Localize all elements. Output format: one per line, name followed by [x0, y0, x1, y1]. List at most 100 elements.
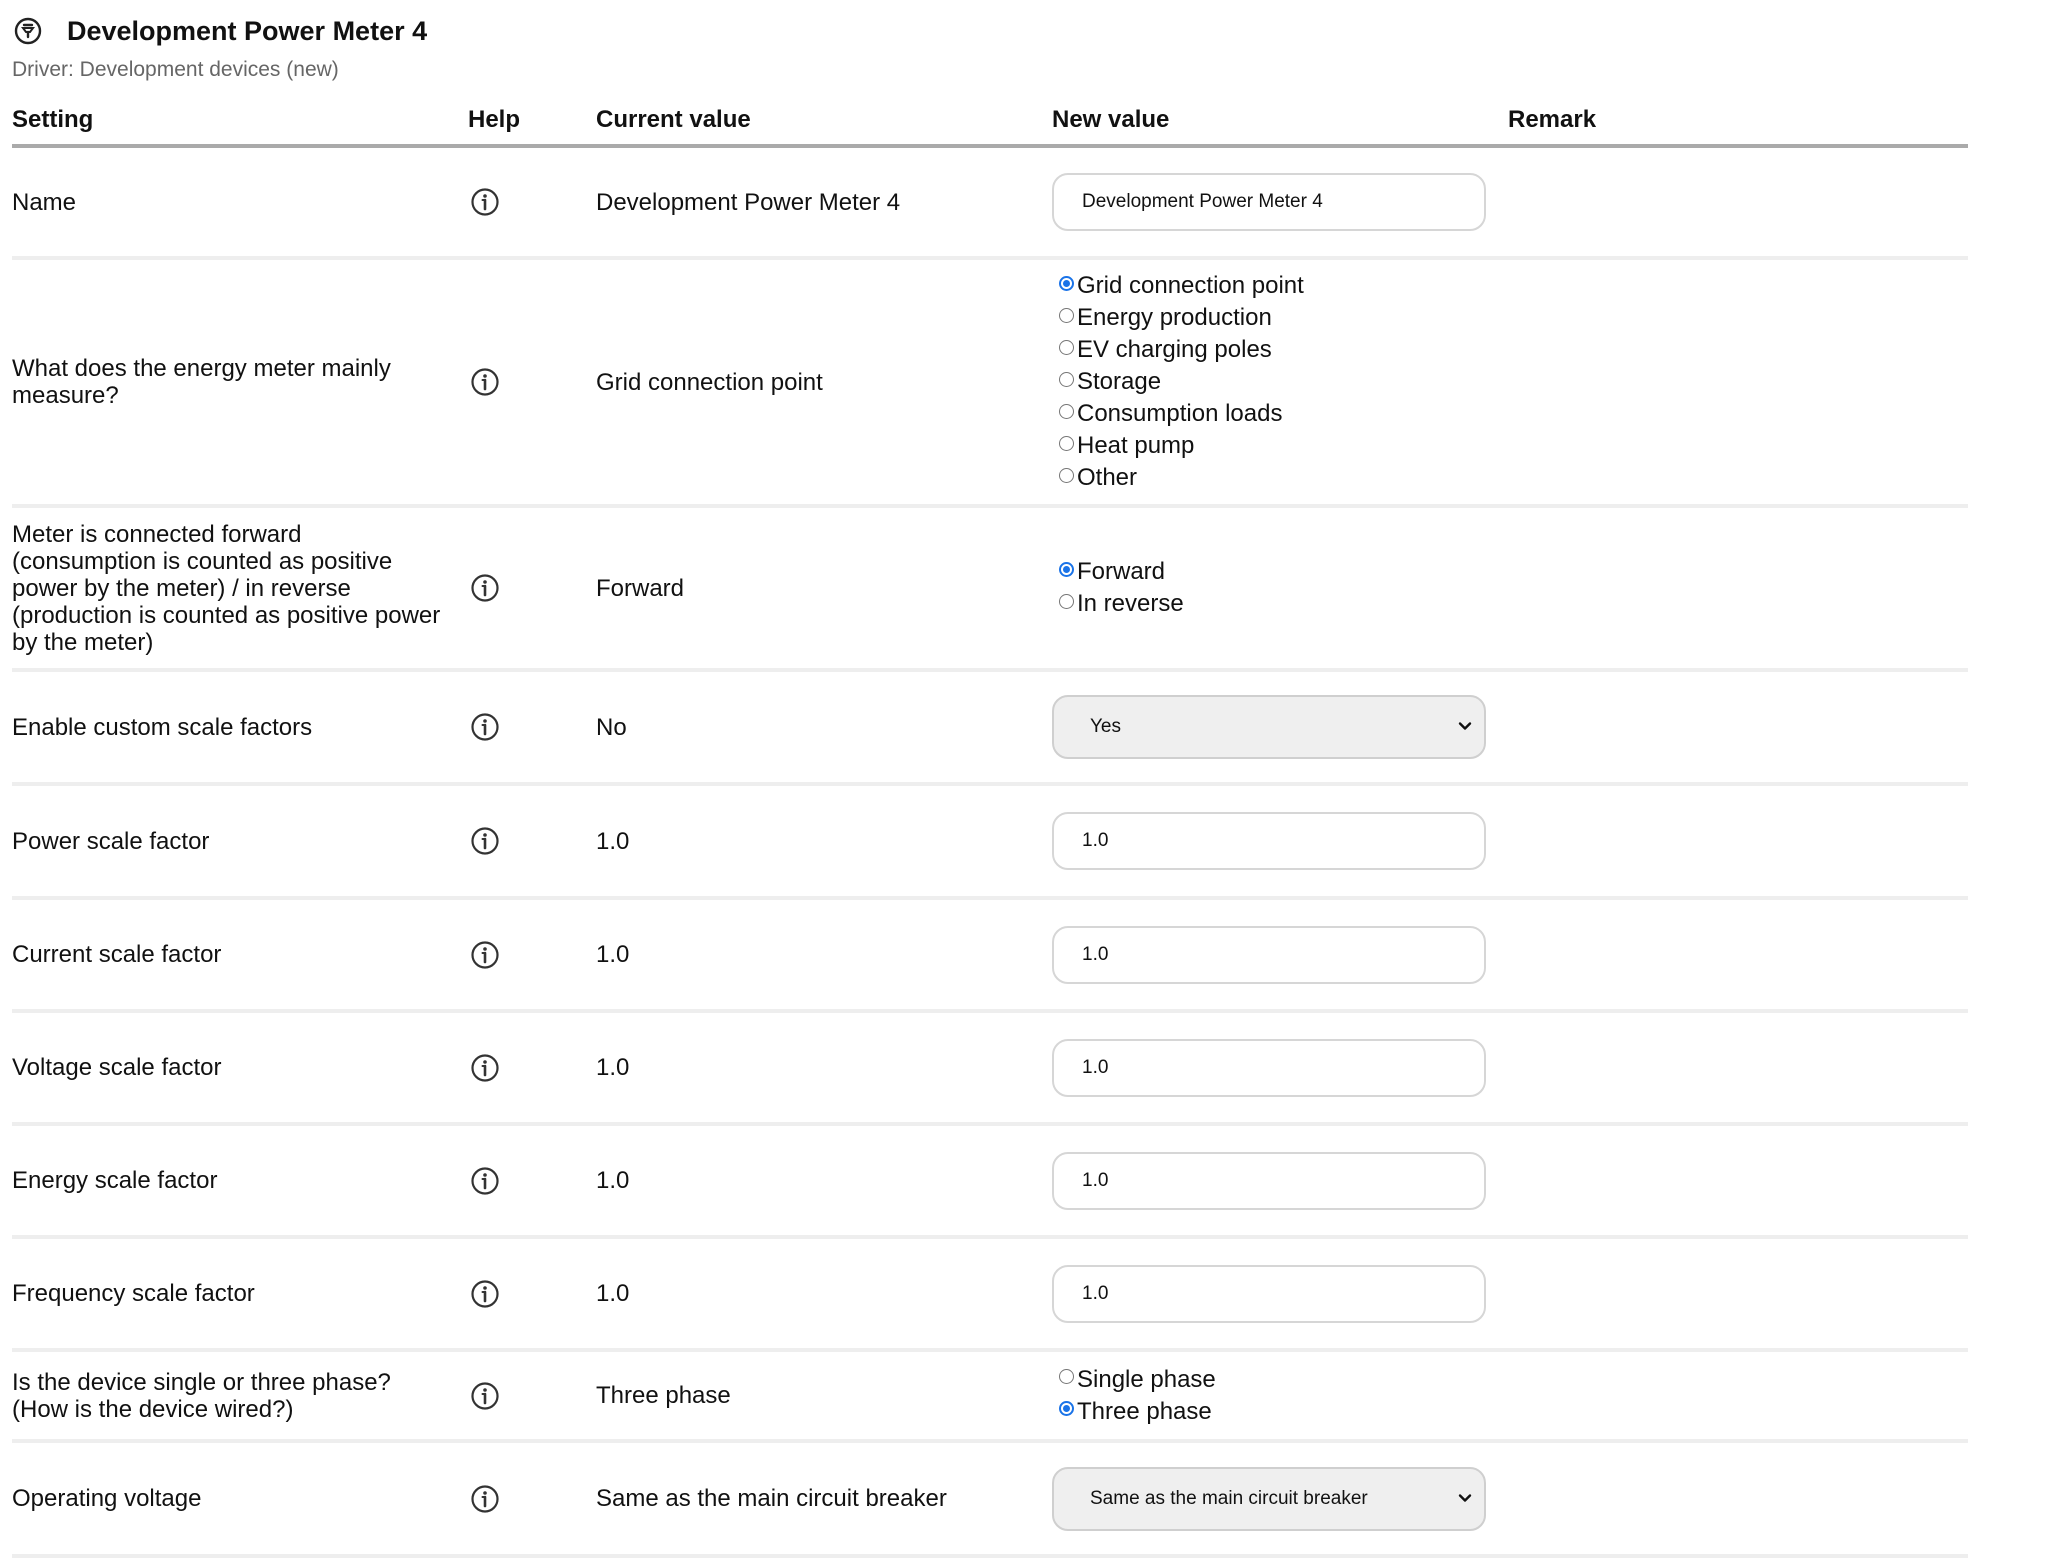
energy-scale-input[interactable]	[1052, 1151, 1486, 1210]
radio-label: Three phase	[1077, 1397, 1212, 1425]
radio-button[interactable]	[1059, 561, 1074, 577]
column-header-setting: Setting	[12, 106, 94, 133]
current-value: 1.0	[596, 941, 630, 968]
radio-button[interactable]	[1059, 339, 1074, 355]
current-value: Forward	[596, 574, 685, 602]
current-value: Three phase	[596, 1382, 731, 1409]
radio-option[interactable]: Other	[1052, 462, 1508, 494]
setting-label: Name	[12, 188, 77, 216]
phase-radio-group: Single phase Three phase	[1052, 1364, 1508, 1428]
power-plug-icon	[14, 17, 42, 45]
info-circle-icon[interactable]	[470, 826, 500, 856]
radio-button[interactable]	[1059, 593, 1074, 609]
radio-option[interactable]: Consumption loads	[1052, 398, 1508, 430]
info-circle-icon[interactable]	[470, 367, 500, 397]
driver-subtitle: Driver: Development devices (new)	[12, 58, 339, 81]
radio-button[interactable]	[1059, 1401, 1074, 1416]
radio-label: Consumption loads	[1077, 400, 1283, 427]
power-scale-input[interactable]	[1052, 812, 1486, 870]
page-title: Development Power Meter 4	[67, 15, 428, 46]
info-circle-icon[interactable]	[470, 1381, 500, 1411]
chevron-down-icon	[1458, 722, 1472, 730]
radio-label: Grid connection point	[1077, 272, 1304, 299]
info-circle-icon[interactable]	[470, 1053, 500, 1083]
table-row-operating-voltage: Operating voltage Same as the main circu…	[12, 1443, 1968, 1558]
radio-button[interactable]	[1059, 275, 1074, 291]
frequency-scale-input[interactable]	[1052, 1264, 1486, 1323]
info-circle-icon[interactable]	[470, 1166, 500, 1196]
setting-label: Operating voltage	[12, 1485, 202, 1512]
radio-label: Other	[1077, 464, 1138, 491]
radio-option[interactable]: EV charging poles	[1052, 334, 1508, 366]
table-row-current-scale: Current scale factor 1.0	[12, 900, 1968, 1013]
radio-label: Heat pump	[1077, 432, 1195, 459]
page-header: Development Power Meter 4	[13, 8, 427, 54]
table-row-power-scale: Power scale factor 1.0	[12, 786, 1968, 900]
table-row-voltage-scale: Voltage scale factor 1.0	[12, 1013, 1968, 1126]
setting-label: Voltage scale factor	[12, 1054, 222, 1081]
setting-label: Energy scale factor	[12, 1167, 218, 1194]
radio-button[interactable]	[1059, 1369, 1074, 1384]
radio-option[interactable]: Single phase	[1052, 1364, 1508, 1396]
setting-label: Meter is connected forward (consumption …	[12, 520, 441, 656]
table-header: Setting Help Current value New value Rem…	[12, 96, 1968, 148]
select-value: Yes	[1090, 716, 1121, 737]
radio-option[interactable]: Storage	[1052, 366, 1508, 398]
radio-button[interactable]	[1059, 467, 1074, 483]
radio-option[interactable]: In reverse	[1052, 588, 1508, 620]
table-row-phase: Is the device single or three phase? (Ho…	[12, 1352, 1968, 1443]
radio-button[interactable]	[1059, 371, 1074, 387]
radio-button[interactable]	[1059, 307, 1074, 323]
radio-option[interactable]: Energy production	[1052, 302, 1508, 334]
radio-option[interactable]: Grid connection point	[1052, 270, 1508, 302]
info-circle-icon[interactable]	[470, 573, 500, 603]
current-value: 1.0	[596, 827, 630, 855]
current-scale-input[interactable]	[1052, 925, 1486, 984]
radio-option[interactable]: Three phase	[1052, 1396, 1508, 1428]
setting-label: Current scale factor	[12, 941, 222, 968]
setting-label: Power scale factor	[12, 827, 210, 855]
measure-radio-group: Grid connection point Energy production EV…	[1052, 270, 1508, 494]
info-circle-icon[interactable]	[470, 1484, 500, 1514]
setting-label: What does the energy meter mainly measur…	[12, 355, 391, 409]
info-circle-icon[interactable]	[470, 712, 500, 742]
current-value: Same as the main circuit breaker	[596, 1485, 947, 1512]
direction-radio-group: Forward In reverse	[1052, 556, 1508, 620]
radio-label: Energy production	[1077, 304, 1272, 331]
radio-button[interactable]	[1059, 435, 1074, 451]
table-row-name: Name Development Power Meter 4	[12, 148, 1968, 260]
current-value: No	[596, 713, 627, 741]
radio-label: Single phase	[1077, 1365, 1216, 1393]
custom-scale-select[interactable]: Yes	[1052, 695, 1486, 759]
table-row-energy-scale: Energy scale factor 1.0	[12, 1126, 1968, 1239]
column-header-new-value: New value	[1052, 106, 1170, 133]
radio-option[interactable]: Forward	[1052, 556, 1508, 588]
radio-label: Storage	[1077, 368, 1162, 395]
table-row-direction: Meter is connected forward (consumption …	[12, 508, 1968, 672]
column-header-current-value: Current value	[596, 106, 751, 133]
chevron-down-icon	[1458, 1493, 1472, 1502]
info-circle-icon[interactable]	[470, 187, 500, 217]
name-input[interactable]	[1052, 173, 1486, 231]
setting-label: Enable custom scale factors	[12, 713, 313, 741]
settings-table: Setting Help Current value New value Rem…	[12, 96, 1968, 1558]
info-circle-icon[interactable]	[470, 940, 500, 970]
table-row-frequency-scale: Frequency scale factor 1.0	[12, 1239, 1968, 1352]
current-value: Development Power Meter 4	[596, 188, 901, 216]
table-row-measure: What does the energy meter mainly measur…	[12, 260, 1968, 508]
current-value: 1.0	[596, 1054, 630, 1081]
voltage-scale-input[interactable]	[1052, 1038, 1486, 1097]
current-value: Grid connection point	[596, 368, 823, 396]
select-value: Same as the main circuit breaker	[1090, 1487, 1368, 1509]
radio-label: Forward	[1077, 558, 1166, 585]
column-header-help: Help	[468, 106, 521, 133]
radio-option[interactable]: Heat pump	[1052, 430, 1508, 462]
table-row-custom-scale: Enable custom scale factors No Yes	[12, 672, 1968, 786]
setting-label: Is the device single or three phase? (Ho…	[12, 1368, 391, 1423]
current-value: 1.0	[596, 1167, 630, 1194]
radio-button[interactable]	[1059, 403, 1074, 419]
column-header-remark: Remark	[1508, 106, 1597, 133]
radio-label: EV charging poles	[1077, 336, 1272, 363]
operating-voltage-select[interactable]: Same as the main circuit breaker	[1052, 1466, 1486, 1531]
info-circle-icon[interactable]	[470, 1279, 500, 1309]
